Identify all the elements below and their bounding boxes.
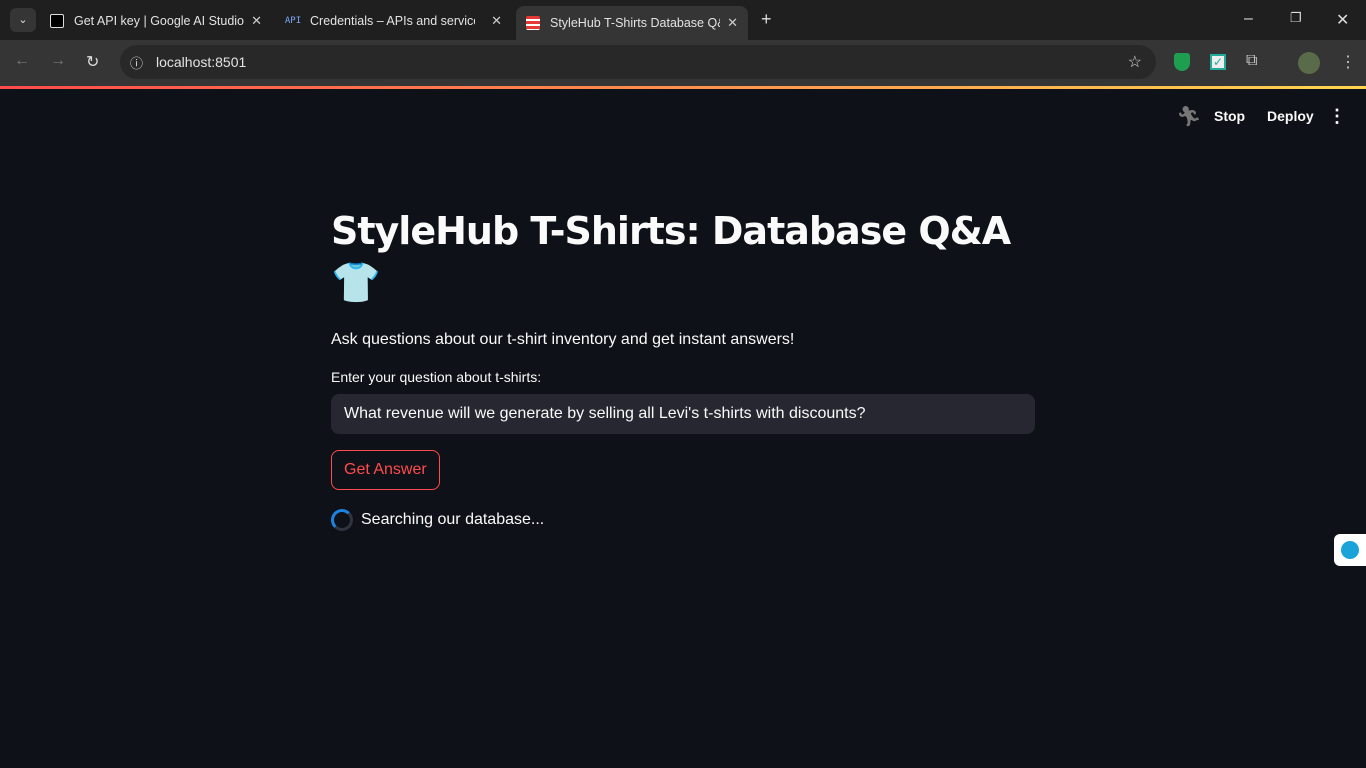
floating-assistant-button[interactable]: [1334, 534, 1366, 566]
question-input[interactable]: What revenue will we generate by selling…: [331, 394, 1035, 434]
minimize-icon[interactable]: –: [1244, 10, 1253, 28]
close-tab-icon[interactable]: ✕: [727, 15, 738, 31]
reload-icon[interactable]: ↻: [86, 52, 99, 72]
page-title: StyleHub T-Shirts: Database Q&A 👕: [331, 209, 1011, 306]
tab-title: Get API key | Google AI Studio: [74, 14, 245, 28]
stop-button[interactable]: Stop: [1214, 108, 1245, 124]
app-menu-icon[interactable]: ⋮: [1328, 106, 1346, 127]
deploy-button[interactable]: Deploy: [1267, 108, 1314, 124]
tab-stylehub[interactable]: StyleHub T-Shirts Database Q&A ✕: [516, 6, 748, 40]
close-tab-icon[interactable]: ✕: [251, 13, 262, 29]
tab-ai-studio[interactable]: Get API key | Google AI Studio ✕: [40, 6, 272, 36]
site-info-icon[interactable]: ⓘ: [130, 53, 143, 72]
loading-gradient-bar: [0, 86, 1366, 89]
tab-search-button[interactable]: ⌄: [10, 8, 36, 32]
profile-avatar[interactable]: [1298, 52, 1320, 74]
forward-icon[interactable]: →: [50, 52, 66, 70]
checkbox-extension-icon[interactable]: ✓: [1210, 54, 1226, 70]
status-text: Searching our database...: [361, 511, 545, 528]
tab-bar: ⌄ Get API key | Google AI Studio ✕ API Cr…: [0, 0, 1366, 40]
shield-extension-icon[interactable]: [1174, 53, 1190, 71]
status-row: Searching our database...: [331, 509, 1035, 531]
question-label: Enter your question about t-shirts:: [331, 369, 542, 385]
ai-studio-icon: [50, 14, 64, 28]
main-content: StyleHub T-Shirts: Database Q&A 👕 Ask que…: [331, 205, 1035, 531]
tab-title: StyleHub T-Shirts Database Q&A: [550, 16, 720, 30]
api-icon: API: [284, 16, 302, 26]
tshirt-emoji-icon: 👕: [331, 260, 381, 306]
close-tab-icon[interactable]: ✕: [491, 13, 502, 29]
bookmark-star-icon[interactable]: ☆: [1128, 52, 1142, 72]
get-answer-button[interactable]: Get Answer: [331, 450, 440, 490]
restore-icon[interactable]: ❐: [1290, 10, 1302, 26]
extensions-puzzle-icon[interactable]: ⧉: [1246, 52, 1257, 70]
spinner-icon: [331, 509, 353, 531]
address-bar[interactable]: ⓘ localhost:8501 ☆: [120, 45, 1156, 79]
subtitle: Ask questions about our t-shirt inventor…: [331, 331, 795, 348]
browser-toolbar: ← → ↻ ⓘ localhost:8501 ☆ ✓ ⧉ ⋮: [0, 40, 1366, 86]
url-text: localhost:8501: [156, 54, 247, 70]
running-icon: 🏃︎: [1176, 106, 1202, 128]
tab-title: Credentials – APIs and services: [310, 14, 475, 28]
assistant-icon: [1341, 541, 1359, 559]
new-tab-icon[interactable]: +: [761, 9, 772, 30]
tab-credentials[interactable]: API Credentials – APIs and services ✕: [276, 6, 512, 36]
close-window-icon[interactable]: ✕: [1336, 10, 1349, 30]
back-icon[interactable]: ←: [14, 52, 30, 70]
browser-menu-icon[interactable]: ⋮: [1340, 52, 1356, 72]
tshirt-icon: [526, 16, 540, 30]
